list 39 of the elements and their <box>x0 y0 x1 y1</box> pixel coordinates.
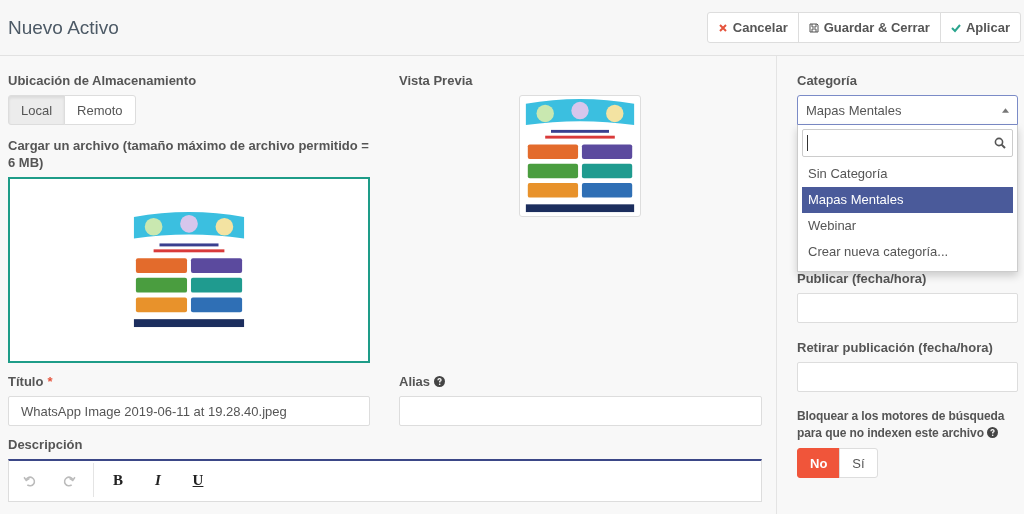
dropdown-option[interactable]: Webinar <box>802 213 1013 239</box>
field-label: Publicar (fecha/hora) <box>797 270 928 287</box>
bold-button[interactable]: B <box>98 465 138 495</box>
block-toggle[interactable]: Sí <box>839 448 878 478</box>
category-select[interactable]: Mapas Mentales <box>797 95 1018 125</box>
field-label: Cargar un archivo (tamaño máximo de archivo permitido = 6 MB) <box>8 137 370 171</box>
upload-area[interactable] <box>8 177 370 363</box>
required-mark: * <box>47 374 53 389</box>
dropdown-option[interactable]: Mapas Mentales <box>802 187 1013 213</box>
storage-toggle[interactable]: Local <box>8 95 66 125</box>
redo-icon <box>62 473 76 487</box>
dropdown-option[interactable]: Sin Categoría <box>802 161 1013 187</box>
field-label: Vista Previa <box>399 72 474 89</box>
field-label: Ubicación de Almacenamiento <box>8 72 198 89</box>
cancel-button[interactable]: Cancelar <box>706 12 799 43</box>
italic-button[interactable]: I <box>138 465 178 495</box>
dropdown-option[interactable]: Crear nueva categoría... <box>802 239 1013 265</box>
page-title: Nuevo Activo <box>8 16 119 39</box>
field-label: Retirar publicación (fecha/hora) <box>797 339 994 356</box>
field-label: Descripción <box>8 436 84 453</box>
underline-button[interactable]: U <box>178 465 218 495</box>
caret-icon <box>1002 107 1009 113</box>
save-close-button[interactable]: Guardar & Cerrar <box>797 12 941 43</box>
undo-icon <box>22 473 36 487</box>
close-icon <box>717 22 728 33</box>
check-icon <box>950 22 961 33</box>
storage-toggle[interactable]: Remoto <box>64 95 136 125</box>
field-label: Categoría <box>797 72 858 89</box>
field-label: Alias <box>399 373 431 390</box>
search-field[interactable] <box>802 129 1013 157</box>
description-editor[interactable]: B I U <box>8 459 762 502</box>
search-icon <box>994 137 1006 149</box>
title-field[interactable]: WhatsApp Image 2019-06-11 at 19.28.40.jpeg <box>8 396 370 426</box>
unpublish-date-field[interactable] <box>797 362 1018 392</box>
field-label: Bloquear a los motores de búsqueda para que no indexen este archivo <box>797 408 1006 442</box>
publish-date-field[interactable] <box>797 293 1018 323</box>
apply-button[interactable]: Aplicar <box>939 12 1021 43</box>
field-label: Título * <box>8 373 54 390</box>
alias-field[interactable] <box>399 396 762 426</box>
